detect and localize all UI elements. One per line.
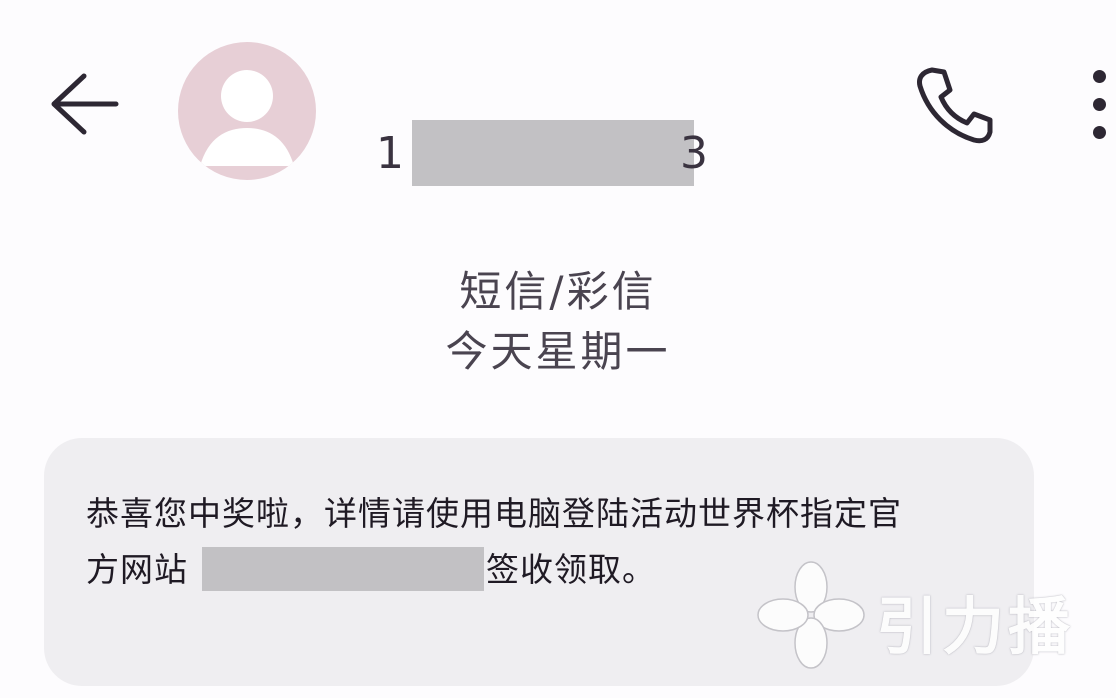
arrow-left-icon: [51, 73, 119, 135]
phone-icon: [917, 67, 993, 144]
watermark-text: 引力播: [876, 590, 1075, 663]
message-type-label: 短信/彩信: [459, 267, 657, 316]
date-label: 今天星期一: [445, 327, 671, 376]
contact-number: 1 3: [376, 120, 710, 186]
call-button[interactable]: [912, 62, 996, 146]
url-redaction: [202, 547, 484, 591]
message-line-1: 恭喜您中奖啦，详情请使用电脑登陆活动世界杯指定官: [86, 494, 902, 533]
message-line-2-suffix: 签收领取。: [486, 550, 656, 589]
contact-number-end: 3: [680, 127, 710, 179]
avatar[interactable]: [178, 42, 316, 180]
flower-logo-icon: [757, 561, 865, 669]
back-button[interactable]: [46, 70, 122, 138]
more-options-button[interactable]: [1084, 68, 1116, 148]
watermark: 引力播: [756, 560, 1096, 672]
number-redaction: [412, 120, 694, 186]
message-line-2-prefix: 方网站: [86, 550, 188, 589]
contact-number-start: 1: [376, 127, 406, 179]
person-icon: [200, 70, 294, 166]
